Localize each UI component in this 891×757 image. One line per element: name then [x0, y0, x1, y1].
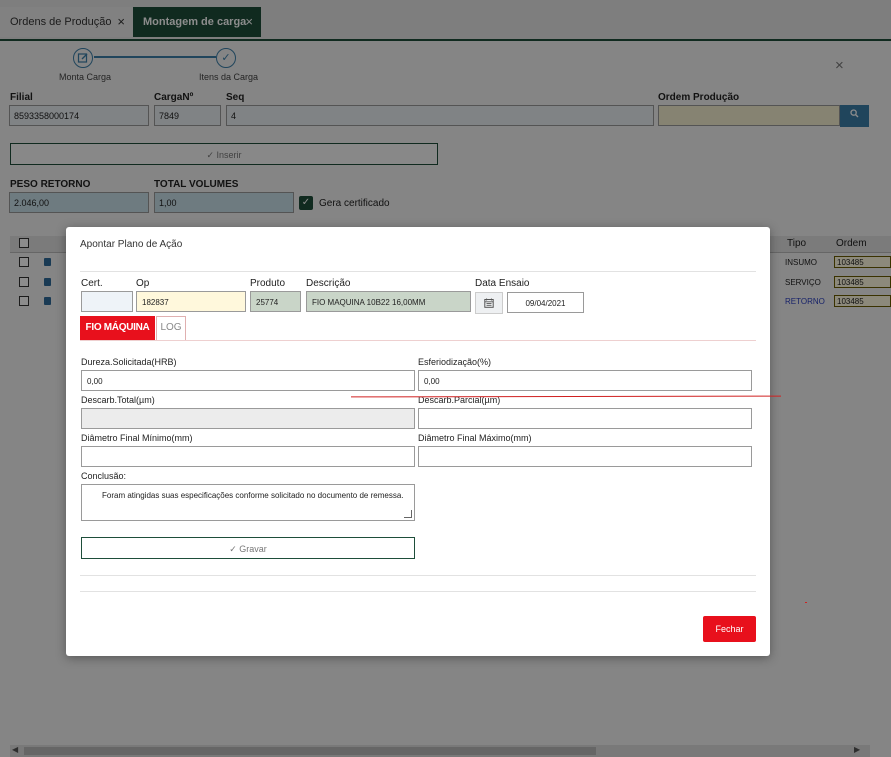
- resize-handle[interactable]: [404, 510, 412, 518]
- dureza-label: Dureza.Solicitada(HRB): [81, 357, 177, 367]
- diametro-max-label: Diâmetro Final Máximo(mm): [418, 433, 532, 443]
- descarb-parcial-field[interactable]: [418, 408, 752, 429]
- diametro-min-label: Diâmetro Final Mínimo(mm): [81, 433, 193, 443]
- conclusao-label: Conclusão:: [81, 471, 127, 481]
- modal-title: Apontar Plano de Ação: [80, 239, 183, 250]
- op-label: Op: [136, 278, 150, 289]
- conclusao-textarea[interactable]: Foram atingidas suas especificações conf…: [81, 484, 415, 521]
- descarb-total-label: Descarb.Total(µm): [81, 395, 155, 405]
- divider: [80, 271, 756, 272]
- diametro-max-field[interactable]: [418, 446, 752, 467]
- op-field[interactable]: 182837: [136, 291, 246, 312]
- tab-fio-maquina[interactable]: FIO MÁQUINA: [80, 316, 155, 340]
- produto-label: Produto: [250, 278, 286, 289]
- descricao-field[interactable]: FIO MAQUINA 10B22 16,00MM: [306, 291, 471, 312]
- gravar-button[interactable]: ✓ Gravar: [81, 537, 415, 559]
- esferiodizacao-label: Esferiodização(%): [418, 357, 492, 367]
- calendar-button[interactable]: [475, 292, 503, 314]
- apontar-plano-modal: Apontar Plano de Ação Cert. Op 182837 Pr…: [66, 227, 770, 656]
- divider: [80, 575, 756, 576]
- diametro-min-field[interactable]: [81, 446, 415, 467]
- data-ensaio-label: Data Ensaio: [475, 278, 530, 289]
- divider: [80, 591, 756, 592]
- descarb-total-field[interactable]: [81, 408, 415, 429]
- cert-label: Cert.: [81, 278, 103, 289]
- fechar-button[interactable]: Fechar: [703, 616, 756, 642]
- cert-field[interactable]: [81, 291, 133, 312]
- tab-divider: [80, 340, 756, 341]
- descricao-label: Descrição: [306, 278, 351, 289]
- tab-log[interactable]: LOG: [156, 316, 186, 340]
- produto-field[interactable]: 25774: [250, 291, 301, 312]
- dureza-field[interactable]: 0,00: [81, 370, 415, 391]
- red-dot-artifact: [805, 602, 807, 603]
- conclusao-text: Foram atingidas suas especificações conf…: [102, 491, 404, 500]
- calendar-icon: [484, 298, 494, 308]
- data-ensaio-field[interactable]: 09/04/2021: [507, 292, 584, 313]
- esferiodizacao-field[interactable]: 0,00: [418, 370, 752, 391]
